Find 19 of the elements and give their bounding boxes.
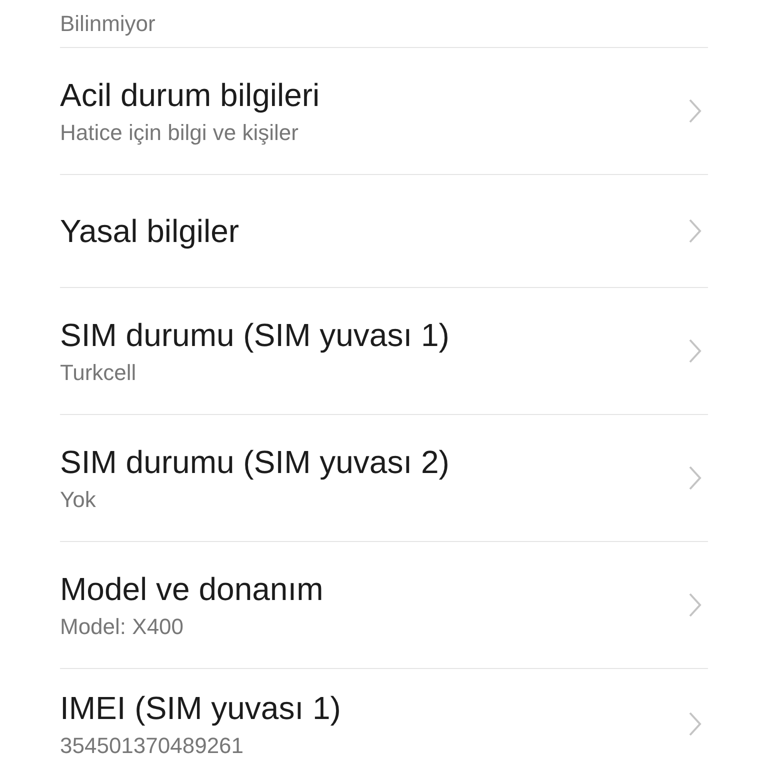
settings-row[interactable]: Model ve donanım Model: X400 bbox=[60, 542, 708, 669]
settings-row[interactable]: SIM durumu (SIM yuvası 1) Turkcell bbox=[60, 288, 708, 415]
row-title: IMEI (SIM yuvası 1) bbox=[60, 688, 342, 726]
row-subtitle: Yok bbox=[60, 487, 97, 513]
settings-row[interactable]: Yasal bilgiler bbox=[60, 175, 708, 288]
row-title: Model ve donanım bbox=[60, 570, 324, 608]
row-title: Acil durum bilgileri bbox=[60, 76, 321, 114]
row-subtitle: Hatice için bilgi ve kişiler bbox=[60, 120, 300, 146]
settings-row[interactable]: SIM durumu (SIM yuvası 2) Yok bbox=[60, 415, 708, 542]
row-subtitle: 354501370489261 bbox=[60, 732, 245, 758]
settings-row[interactable]: IMEI (SIM yuvası 1) 354501370489261 bbox=[60, 669, 708, 768]
row-subtitle: Model: X400 bbox=[60, 614, 185, 640]
row-subtitle: Turkcell bbox=[60, 360, 138, 386]
row-title: SIM durumu (SIM yuvası 1) bbox=[60, 316, 450, 354]
row-title: SIM durumu (SIM yuvası 2) bbox=[60, 443, 450, 481]
row-title: Yasal bilgiler bbox=[60, 212, 240, 250]
row-subtitle: Bilinmiyor bbox=[60, 11, 156, 37]
settings-row[interactable]: Bilinmiyor bbox=[60, 0, 708, 48]
settings-row[interactable]: Acil durum bilgileri Hatice için bilgi ve kişiler bbox=[60, 48, 708, 175]
